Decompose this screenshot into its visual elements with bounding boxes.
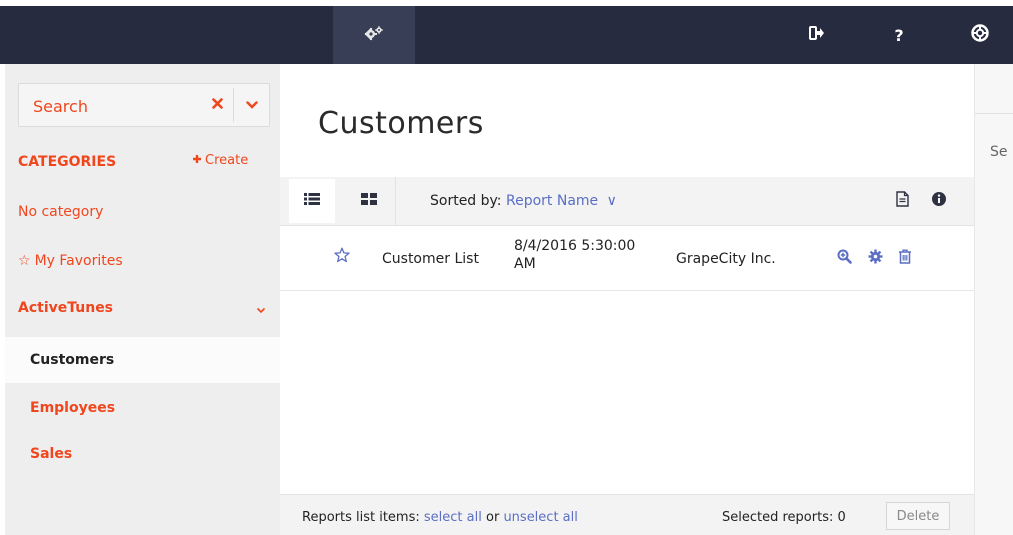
help-button[interactable]: ? bbox=[879, 6, 919, 64]
search-input[interactable]: Search bbox=[33, 97, 88, 116]
search-divider bbox=[233, 88, 234, 122]
report-date-line2: AM bbox=[514, 256, 536, 272]
star-icon: ☆ bbox=[18, 253, 31, 269]
report-settings-button[interactable] bbox=[864, 247, 886, 269]
plus-icon bbox=[192, 153, 202, 168]
sidebar-item-label: ActiveTunes bbox=[18, 300, 114, 316]
clear-search-button[interactable] bbox=[205, 84, 229, 126]
reports-toolbar: Sorted by: Report Name ∨ bbox=[280, 177, 974, 226]
list-view-icon bbox=[304, 193, 320, 209]
selected-reports-count: Selected reports: 0 bbox=[722, 510, 846, 525]
delete-button[interactable]: Delete bbox=[886, 502, 950, 530]
sidebar-item-label: My Favorites bbox=[34, 253, 123, 269]
sidebar-item-label: Employees bbox=[30, 400, 116, 416]
table-row[interactable]: Customer List 8/4/2016 5:30:00 AM GrapeC… bbox=[280, 227, 974, 291]
right-panel: Se bbox=[974, 64, 1013, 535]
list-items-selection: Reports list items: select all or unsele… bbox=[302, 510, 578, 525]
select-all-link[interactable]: select all bbox=[424, 510, 482, 525]
search-dropdown-button[interactable] bbox=[238, 84, 266, 126]
or-label: or bbox=[485, 510, 500, 525]
right-panel-divider bbox=[975, 113, 1013, 114]
settings-button[interactable] bbox=[333, 6, 415, 64]
preview-button[interactable] bbox=[833, 247, 855, 269]
trash-icon bbox=[898, 249, 912, 268]
document-icon bbox=[895, 191, 909, 211]
logout-icon bbox=[809, 26, 825, 44]
document-button[interactable] bbox=[891, 190, 913, 212]
gear-icon bbox=[868, 249, 883, 268]
categories-heading: CATEGORIES bbox=[18, 154, 117, 170]
info-button[interactable] bbox=[928, 190, 950, 212]
chevron-down-icon[interactable] bbox=[256, 302, 266, 318]
sidebar-item-activetunes[interactable]: ActiveTunes bbox=[5, 285, 280, 331]
sort-value[interactable]: Report Name bbox=[506, 193, 598, 209]
report-company: GrapeCity Inc. bbox=[676, 251, 776, 267]
toolbar-separator bbox=[395, 177, 396, 225]
info-icon bbox=[931, 191, 947, 211]
unselect-all-link[interactable]: unselect all bbox=[503, 510, 577, 525]
report-name: Customer List bbox=[382, 251, 479, 267]
support-icon bbox=[971, 24, 989, 46]
right-panel-text: Se bbox=[990, 144, 1008, 160]
sidebar-item-my-favorites[interactable]: ☆ My Favorites bbox=[5, 238, 280, 284]
sorted-by-label: Sorted by: bbox=[430, 193, 502, 209]
sort-selector[interactable]: Sorted by: Report Name ∨ bbox=[430, 193, 617, 209]
chevron-down-icon bbox=[246, 98, 258, 113]
sidebar-item-label: Customers bbox=[30, 352, 115, 368]
sidebar-item-customers[interactable]: Customers bbox=[5, 337, 280, 383]
favorite-star-icon[interactable] bbox=[334, 247, 350, 267]
list-items-label: Reports list items: bbox=[302, 510, 420, 525]
close-icon bbox=[211, 97, 223, 113]
main-content: Customers Sorted by: Report Name ∨ Custo… bbox=[280, 64, 974, 535]
logout-button[interactable] bbox=[797, 6, 837, 64]
settings-icon bbox=[364, 25, 384, 45]
search-box: Search bbox=[18, 83, 270, 127]
sidebar-item-employees[interactable]: Employees bbox=[5, 385, 280, 431]
grid-view-icon bbox=[361, 193, 377, 209]
sidebar-item-label: Sales bbox=[30, 446, 73, 462]
zoom-in-icon bbox=[837, 249, 852, 268]
create-label: Create bbox=[205, 153, 249, 168]
sidebar-item-label: No category bbox=[18, 204, 104, 220]
help-icon: ? bbox=[894, 25, 904, 45]
top-navigation-bar: ? bbox=[0, 6, 1013, 64]
sidebar: Search CATEGORIES Create No category ☆ M… bbox=[5, 64, 280, 535]
sidebar-item-no-category[interactable]: No category bbox=[5, 189, 280, 235]
sidebar-item-sales[interactable]: Sales bbox=[5, 431, 280, 477]
list-view-button[interactable] bbox=[289, 179, 335, 223]
report-date-line1: 8/4/2016 5:30:00 bbox=[514, 238, 636, 254]
reports-footer: Reports list items: select all or unsele… bbox=[280, 494, 974, 535]
report-date: 8/4/2016 5:30:00 AM bbox=[514, 237, 644, 273]
chevron-down-icon[interactable]: ∨ bbox=[607, 193, 617, 209]
create-category-button[interactable]: Create bbox=[192, 153, 248, 168]
delete-report-button[interactable] bbox=[894, 247, 916, 269]
page-title: Customers bbox=[318, 106, 484, 141]
grid-view-button[interactable] bbox=[346, 179, 392, 223]
support-button[interactable] bbox=[960, 6, 1000, 64]
